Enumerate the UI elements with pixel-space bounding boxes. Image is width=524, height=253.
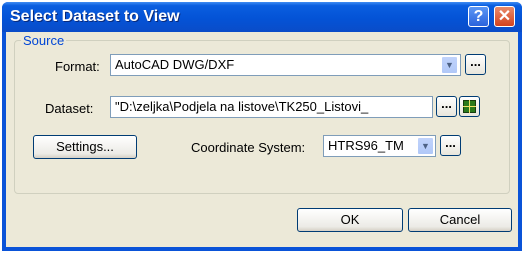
chevron-down-icon: ▼ — [445, 60, 454, 70]
help-button[interactable]: ? — [468, 6, 489, 27]
dataset-input[interactable]: "D:\zeljka\Podjela na listove\TK250_List… — [110, 96, 433, 118]
dialog-window: Select Dataset to View ? ✕ Source Format… — [2, 2, 522, 251]
ok-button[interactable]: OK — [297, 208, 403, 232]
title-bar[interactable]: Select Dataset to View ? ✕ — [2, 2, 522, 32]
dialog-body: Source Format: AutoCAD DWG/DXF ▼ ... Dat… — [6, 32, 518, 247]
dialog-title: Select Dataset to View — [10, 8, 180, 25]
dataset-browse-button[interactable]: ... — [436, 96, 457, 117]
dataset-label: Dataset: — [45, 101, 94, 116]
dataset-value: "D:\zeljka\Podjela na listove\TK250_List… — [115, 99, 369, 114]
format-dropdown-button[interactable]: ▼ — [441, 56, 458, 74]
grid-icon — [463, 100, 476, 113]
coordinate-dropdown-button[interactable]: ▼ — [417, 137, 434, 155]
source-group: Source Format: AutoCAD DWG/DXF ▼ ... Dat… — [14, 33, 510, 194]
format-select[interactable]: AutoCAD DWG/DXF — [110, 54, 461, 76]
format-value: AutoCAD DWG/DXF — [115, 57, 235, 72]
settings-button[interactable]: Settings... — [33, 135, 137, 159]
dataset-add-button[interactable] — [459, 96, 480, 117]
coordinate-system-value: HTRS96_TM — [328, 138, 404, 153]
coordinate-browse-button[interactable]: ... — [440, 135, 461, 156]
coordinate-system-label: Coordinate System: — [191, 140, 306, 155]
format-browse-button[interactable]: ... — [465, 54, 486, 75]
format-label: Format: — [55, 59, 100, 74]
close-button[interactable]: ✕ — [494, 6, 515, 27]
cancel-button[interactable]: Cancel — [408, 208, 512, 232]
source-group-label: Source — [21, 33, 67, 48]
chevron-down-icon: ▼ — [421, 141, 430, 151]
